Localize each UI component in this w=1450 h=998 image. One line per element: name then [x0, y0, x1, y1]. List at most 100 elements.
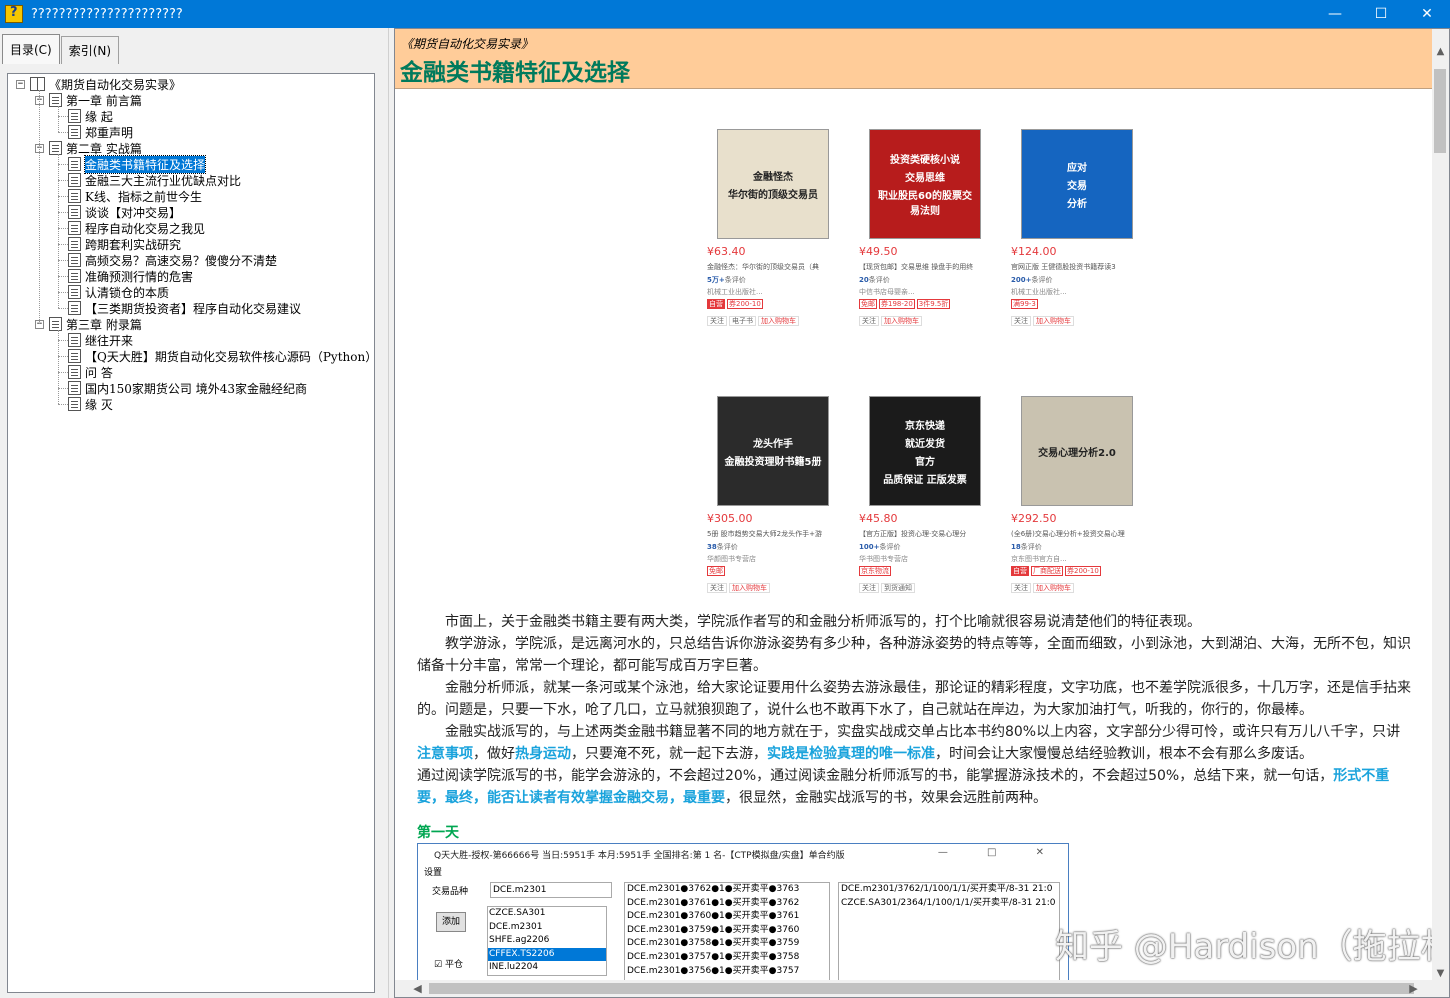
paragraph: 金融分析师派，就某一条河或某个泳池，给大家论证要用什么姿势去游泳最佳，那论证的精…	[417, 680, 1411, 718]
close-button[interactable]: ✕	[1404, 0, 1450, 28]
list-item: SHFE.ag2206	[489, 935, 550, 945]
scroll-left-icon[interactable]: ◀	[409, 980, 426, 997]
tree-item[interactable]: 金融类书籍特征及选择	[68, 154, 207, 174]
tree-connector	[58, 404, 68, 405]
collapse-toggle-icon[interactable]: −	[16, 80, 25, 89]
page-icon	[68, 397, 81, 411]
product-shop: 机械工业出版社...	[1011, 288, 1067, 296]
tree-item[interactable]: 缘 灭	[68, 396, 113, 412]
list-item: DCE.m2301●3762●1●买开卖平●3763	[627, 884, 800, 894]
product-shop: 华颜图书专营店	[707, 555, 756, 563]
book-cover-image: 应对 交易 分析	[1021, 129, 1133, 239]
contents-tree[interactable]: 《期货自动化交易实录》 − 第一章 前言篇 − 缘 起郑重声明 第二章 实战篇 − 金融类书籍…	[7, 73, 375, 993]
product-card: 投资类硬核小说 交易思维 职业股民60的股票交易法则 ¥49.50 【现货包邮】交易思维…	[859, 129, 999, 339]
minimize-button[interactable]: —	[1312, 0, 1358, 28]
cover-text: 龙头作手	[753, 438, 793, 450]
book-cover-image: 金融怪杰 华尔街的顶级交易员	[717, 129, 829, 239]
tree-item[interactable]: 问 答	[68, 364, 113, 380]
product-comments: 18条评价	[1011, 543, 1042, 551]
tree-item[interactable]: 郑重声明	[68, 124, 133, 140]
tree-chapter[interactable]: 第三章 附录篇	[49, 316, 142, 332]
cover-text: 华尔街的顶级交易员	[728, 189, 818, 201]
tree-item-label: 《期货自动化交易实录》	[49, 77, 182, 92]
tree-item[interactable]: 金融三大主流行业优缺点对比	[68, 172, 241, 188]
maximize-button[interactable]: ☐	[1358, 0, 1404, 28]
cover-text: 官方	[915, 456, 935, 468]
navigation-pane: 目录(C) 索引(N) 《期货自动化交易实录》 − 第一章 前言篇 − 缘 起郑重声明第…	[0, 28, 388, 998]
scroll-right-icon[interactable]: ▶	[1405, 980, 1422, 997]
highlight: 热身运动	[515, 746, 571, 762]
tree-item[interactable]: 【三类期货投资者】程序自动化交易建议	[68, 300, 301, 316]
order-list: DCE.m2301●3762●1●买开卖平●3763 DCE.m2301●3761…	[624, 882, 830, 992]
tree-connector	[58, 228, 68, 229]
product-tag: 免邮	[859, 299, 877, 309]
tree-item-label: 第三章 附录篇	[66, 317, 142, 332]
product-title: 5册 股市趋势交易大师2龙头作手+游	[707, 530, 822, 538]
tree-connector	[58, 330, 59, 404]
page-icon	[68, 205, 81, 219]
horizontal-scrollbar[interactable]: ◀ ▶	[395, 980, 1449, 997]
book-icon	[30, 77, 45, 91]
product-comments: 38条评价	[707, 543, 738, 551]
article-body: 市面上，关于金融类书籍主要有两大类，学院派作者写的和金融分析师派写的，打个比喻就…	[417, 611, 1413, 809]
tree-item[interactable]: 谈谈【对冲交易】	[68, 204, 181, 220]
list-item: DCE.m2301●3759●1●买开卖平●3760	[627, 924, 800, 935]
tree-item-label: 程序自动化交易之我见	[85, 221, 206, 236]
tree-item-label: 高频交易？高速交易？傻傻分不清楚	[85, 253, 278, 268]
list-item: DCE.m2301●3760●1●买开卖平●3761	[627, 911, 800, 922]
tree-item-label: 金融三大主流行业优缺点对比	[85, 173, 242, 188]
tree-item[interactable]: K线、指标之前世今生	[68, 188, 202, 204]
tree-connector	[58, 292, 68, 293]
cover-text: 应对	[1067, 162, 1087, 174]
scroll-up-icon[interactable]: ▲	[1432, 43, 1449, 60]
tab-contents[interactable]: 目录(C)	[2, 34, 60, 64]
product-actions: 关注 加入购物车	[859, 316, 924, 326]
tree-item-label: 缘 灭	[85, 397, 113, 412]
product-shop: 中信书店母婴亲...	[859, 288, 915, 296]
tree-item[interactable]: 程序自动化交易之我见	[68, 220, 205, 236]
tree-chapter[interactable]: 第二章 实战篇	[49, 140, 142, 156]
tree-item[interactable]: 继往开来	[68, 332, 133, 348]
tree-connector	[58, 212, 68, 213]
cover-text: 职业股民60的股票交易法则	[878, 191, 972, 217]
tree-item[interactable]: 缘 起	[68, 108, 113, 124]
vertical-scroll-thumb[interactable]	[1434, 69, 1446, 153]
tree-item-label: 郑重声明	[85, 125, 134, 140]
book-cover-image: 投资类硬核小说 交易思维 职业股民60的股票交易法则	[869, 129, 981, 239]
tree-item[interactable]: 跨期套利实战研究	[68, 236, 181, 252]
position-list: DCE.m2301/3762/1/100/1/1/买开卖平/8-31 21:0 C…	[838, 882, 1060, 992]
product-actions: 关注 加入购物车	[707, 583, 772, 593]
highlight: 实践是检验真理的唯一标准	[767, 746, 935, 762]
product-action-button: 关注	[707, 583, 727, 593]
product-action-button: 加入购物车	[1033, 316, 1074, 326]
product-tag: 自营	[707, 299, 725, 309]
horizontal-scroll-thumb[interactable]	[429, 983, 1414, 994]
product-tag: 券200-10	[727, 299, 763, 309]
close-position-checkbox: ☑ 平仓	[434, 960, 463, 970]
product-tags: 满99-3	[1011, 299, 1040, 309]
product-title: 【现货包邮】交易思维 操盘手的用终	[859, 263, 974, 271]
tree-item[interactable]: 国内150家期货公司 境外43家金融经纪商	[68, 380, 307, 396]
product-shop: 京东图书官方自...	[1011, 555, 1067, 563]
tree-item[interactable]: 认清锁仓的本质	[68, 284, 169, 300]
tree-item[interactable]: 高频交易？高速交易？傻傻分不清楚	[68, 252, 277, 268]
tree-chapter[interactable]: 第一章 前言篇	[49, 92, 142, 108]
zhihu-watermark: 知乎 @Hardison（拖拉机）	[1055, 927, 1450, 967]
product-action-button: 加入购物车	[758, 316, 799, 326]
tree-item[interactable]: 【Q天大胜】期货自动化交易软件核心源码（Python）	[68, 348, 374, 364]
product-action-button: 关注	[1011, 583, 1031, 593]
product-comments: 20条评价	[859, 276, 890, 284]
product-tag: 满99-3	[1011, 299, 1038, 309]
book-cover-image: 交易心理分析2.0	[1021, 396, 1133, 506]
product-action-button: 加入购物车	[881, 316, 922, 326]
page-icon	[68, 221, 81, 235]
vertical-scrollbar[interactable]: ▲ ▼	[1432, 29, 1449, 982]
tree-item[interactable]: 准确预测行情的危害	[68, 268, 193, 284]
product-price: ¥292.50	[1011, 512, 1057, 525]
tree-root[interactable]: 《期货自动化交易实录》	[30, 76, 181, 92]
app-title-bar: Q天大胜-授权-第66666号 当日:5951手 本月:5951手 全国排名:第…	[418, 844, 1068, 864]
product-action-button: 关注	[859, 316, 879, 326]
tab-index[interactable]: 索引(N)	[60, 36, 120, 64]
product-price: ¥49.50	[859, 245, 898, 258]
product-shop: 机械工业出版社...	[707, 288, 763, 296]
